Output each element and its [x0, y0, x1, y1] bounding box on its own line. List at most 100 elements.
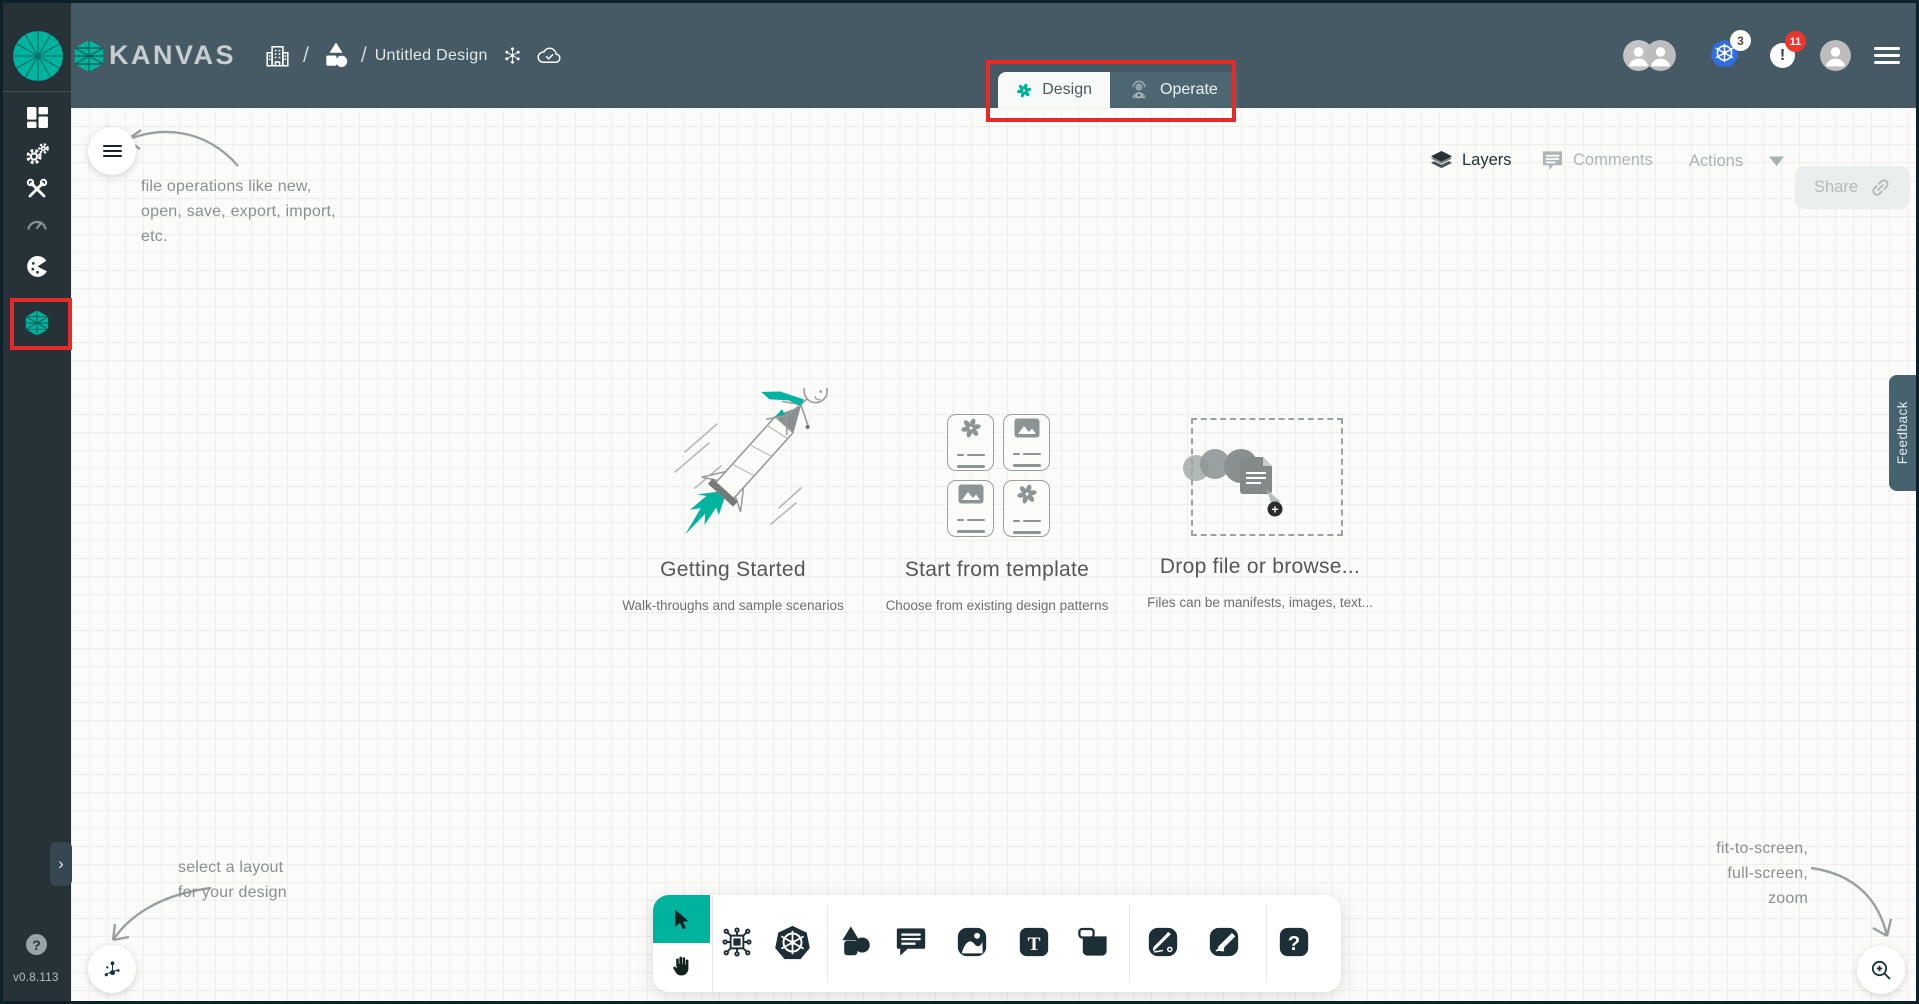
shapes-tool[interactable] [835, 922, 875, 962]
text-tool[interactable]: T [1014, 922, 1054, 962]
select-tool-active[interactable] [653, 895, 710, 943]
hand-icon [669, 954, 693, 978]
design-visibility-button[interactable] [503, 44, 522, 67]
sidebar-item-extensions[interactable] [19, 248, 55, 284]
notifications-button[interactable]: ! 11 [1770, 43, 1795, 68]
component-tool[interactable] [717, 922, 757, 962]
tab-design[interactable]: Design [998, 72, 1110, 108]
tab-design-label: Design [1042, 81, 1092, 99]
chip-icon [720, 925, 754, 959]
dashboard-icon [26, 106, 49, 129]
organization-building-icon [264, 43, 291, 69]
alert-count-badge: 11 [1785, 31, 1806, 52]
feedback-tab[interactable]: Feedback [1889, 375, 1916, 491]
layers-icon [1430, 150, 1453, 171]
svg-text:+: + [1271, 503, 1278, 517]
design-canvas[interactable]: file operations like new, open, save, ex… [71, 108, 1916, 1001]
template-thumbnails [947, 414, 1050, 537]
collaborators-group[interactable] [1623, 40, 1676, 71]
share-link-icon [1870, 177, 1891, 198]
drop-file-illustration: + [1193, 420, 1345, 538]
sidebar-item-kanvas[interactable] [19, 305, 55, 341]
zoom-controls-button[interactable] [1857, 946, 1905, 994]
annotation-arrow-zoom [1803, 856, 1903, 946]
image-tool[interactable] [952, 922, 992, 962]
layers-toggle[interactable]: Layers [1430, 150, 1512, 171]
image-icon [1014, 418, 1040, 438]
actions-label: Actions [1689, 152, 1743, 171]
design-name[interactable]: Untitled Design [375, 47, 488, 65]
canvas-file-menu-button[interactable] [88, 127, 136, 175]
layers-label: Layers [1462, 151, 1512, 170]
image-tool-icon [955, 925, 989, 959]
menu-icon [103, 145, 122, 158]
pen-icon [1146, 925, 1180, 959]
chevron-right-icon: › [58, 854, 64, 874]
template-thumb-swirl [1003, 480, 1050, 537]
question-icon: ? [1277, 925, 1311, 959]
swirl-icon [1016, 483, 1038, 505]
kanvas-icon [24, 309, 50, 337]
workspace-breadcrumb[interactable] [323, 42, 349, 70]
drop-zone[interactable]: + [1191, 418, 1343, 536]
crossed-wrenches-icon [25, 177, 49, 201]
menu-icon [1874, 47, 1900, 50]
mesh-network-icon [503, 44, 522, 67]
toolbar-help-button[interactable]: ? [1274, 922, 1314, 962]
sidebar-item-lifecycle[interactable] [19, 136, 55, 172]
performance-dial-icon [25, 212, 49, 236]
comment-tool[interactable] [891, 922, 931, 962]
org-breadcrumb[interactable] [264, 43, 291, 69]
template-thumb-image [1003, 414, 1050, 471]
shapes-cluster-icon [837, 924, 873, 960]
kubernetes-tool[interactable] [772, 922, 812, 962]
pan-tool[interactable] [661, 946, 701, 986]
pen-tool[interactable] [1143, 922, 1183, 962]
kubernetes-wheel-icon [774, 924, 811, 961]
version-label: v0.8.113 [13, 972, 59, 984]
kanvas-app-window: ? v0.8.113 › KANVAS / [0, 0, 1919, 1004]
drop-title: Drop file or browse... [1160, 555, 1360, 579]
share-label: Share [1814, 178, 1858, 197]
header-right-group: 3 ! 11 [1623, 3, 1900, 108]
sidebar-expand-button[interactable]: › [50, 842, 72, 886]
kubernetes-count-badge: 3 [1730, 30, 1751, 51]
canvas-toolbar: T [653, 895, 1341, 992]
actions-dropdown[interactable]: Actions [1689, 152, 1784, 171]
breadcrumb-slash: / [303, 44, 309, 68]
zoom-in-icon [1869, 958, 1893, 982]
tab-operate[interactable]: Operate [1110, 72, 1238, 108]
pencil-sketch-icon [1207, 925, 1241, 959]
comment-icon [894, 925, 928, 959]
brand-breadcrumb-row: KANVAS / / Untitled Design [73, 3, 563, 108]
operate-person-icon [1128, 79, 1150, 101]
share-button[interactable]: Share [1795, 166, 1910, 209]
cursor-icon [669, 907, 694, 932]
cloud-saved-icon [536, 46, 563, 66]
meshery-logo[interactable] [12, 30, 64, 82]
kanvas-wordmark: KANVAS [109, 40, 236, 71]
note-tool[interactable] [1073, 922, 1113, 962]
sidebar-item-dashboard[interactable] [19, 99, 55, 135]
layout-select-button[interactable] [88, 945, 136, 993]
getting-started-subtitle: Walk-throughs and sample scenarios [622, 598, 844, 613]
user-avatar[interactable] [1820, 40, 1851, 71]
sidebar-item-configuration[interactable] [19, 171, 55, 207]
comments-toggle[interactable]: Comments [1541, 150, 1653, 171]
chevron-down-icon [1769, 156, 1784, 167]
header-menu-button[interactable] [1874, 47, 1900, 64]
getting-started-title: Getting Started [660, 558, 806, 582]
help-button[interactable]: ? [26, 934, 47, 955]
template-subtitle: Choose from existing design patterns [886, 598, 1109, 613]
sketch-tool[interactable] [1204, 922, 1244, 962]
extensions-icon [25, 254, 50, 279]
annotation-layout: select a layout for your design [178, 855, 287, 905]
panel-controls: Layers Comments Actions Share [71, 138, 1916, 188]
save-status-button[interactable] [536, 46, 563, 66]
note-icon [1076, 925, 1110, 959]
sidebar-item-performance[interactable] [19, 206, 55, 242]
swirl-icon [960, 417, 982, 439]
shapes-icon [323, 42, 349, 70]
kubernetes-context-button[interactable]: 3 [1710, 39, 1739, 72]
breadcrumb-slash-2: / [361, 44, 367, 68]
